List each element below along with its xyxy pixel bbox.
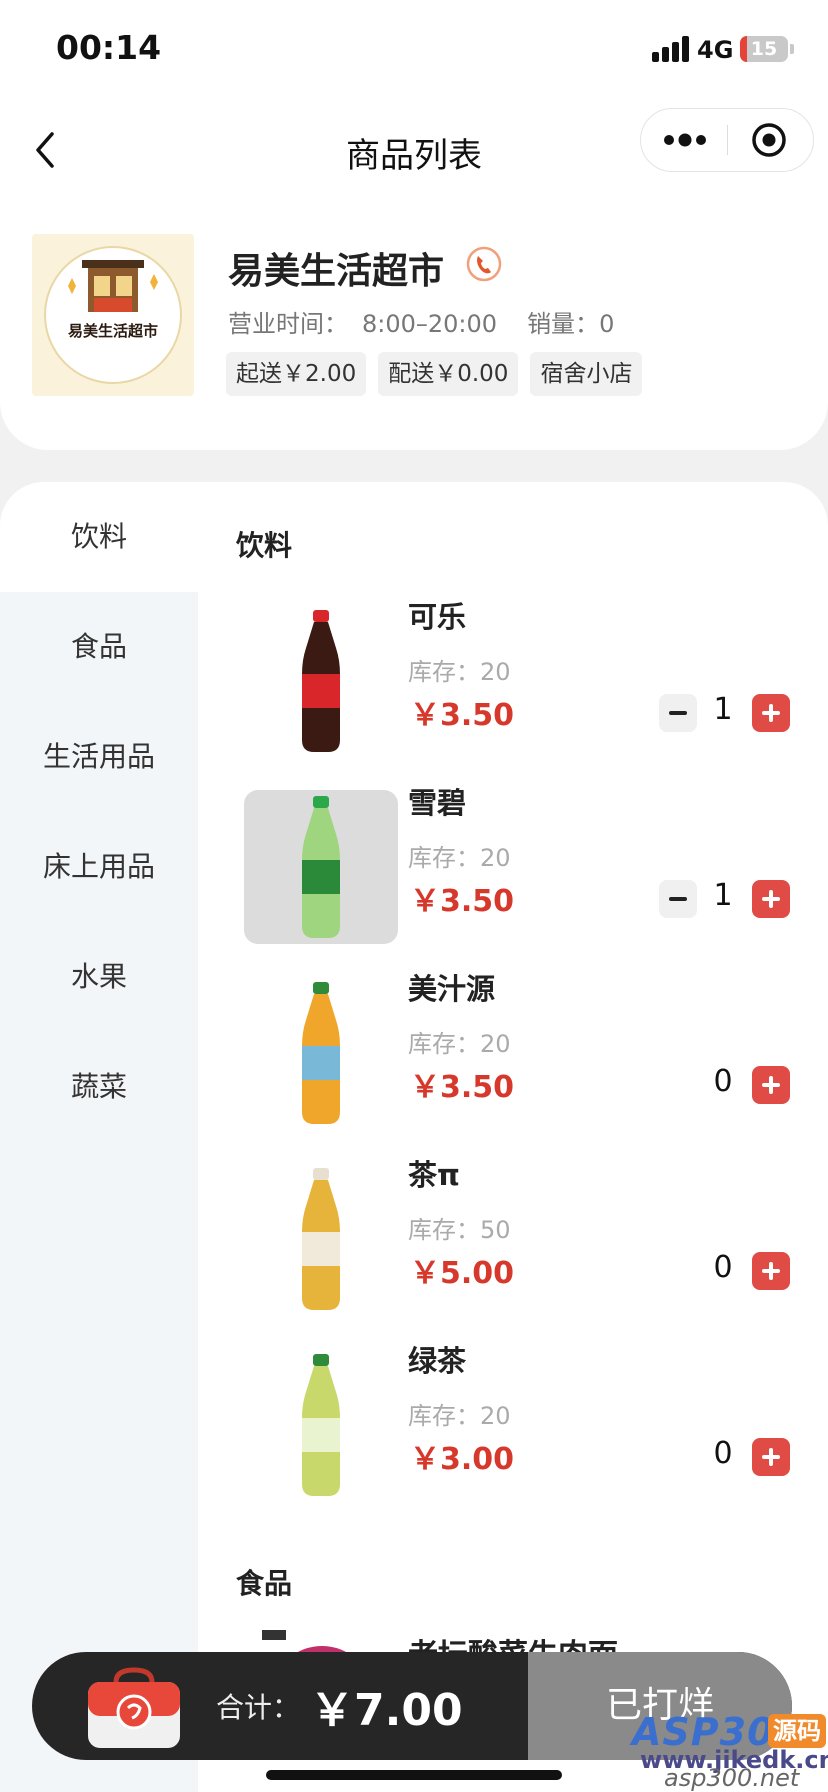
hours-label: 营业时间： (228, 310, 348, 338)
product-card[interactable]: 可乐 库存：20 ￥3.50 1 (198, 584, 828, 770)
quantity-value: 1 (713, 878, 733, 913)
nav-bar: 商品列表 (0, 100, 828, 200)
shop-logo: 易美生活超市 (32, 234, 194, 396)
product-image (244, 976, 398, 1130)
product-card[interactable]: 绿茶 库存：20 ￥3.00 0 (198, 1328, 828, 1514)
category-item-food[interactable]: 食品 (0, 592, 198, 702)
battery-level: 15 (750, 38, 778, 60)
tag-min-order: 起送￥2.00 (226, 352, 367, 396)
battery-icon: 15 (740, 36, 788, 62)
status-time: 00:14 (56, 28, 162, 67)
bottle-cap (313, 1354, 329, 1366)
home-indicator (266, 1770, 562, 1780)
product-stock: 库存：20 (408, 844, 511, 872)
product-price: ￥3.00 (410, 1442, 515, 1477)
increase-button[interactable] (752, 1252, 790, 1290)
quantity-value: 0 (713, 1436, 733, 1471)
status-bar: 00:14 4G 15 (0, 0, 828, 100)
quantity-value: 0 (713, 1064, 733, 1099)
product-image (244, 604, 398, 758)
product-image (244, 1348, 398, 1502)
logo-text: 易美生活超市 (68, 322, 158, 340)
signal-icon (652, 36, 692, 62)
tag-delivery-fee: 配送￥0.00 (378, 352, 519, 396)
bottle-label (302, 674, 340, 708)
sales-value: 0 (599, 310, 615, 338)
product-name: 可乐 (408, 600, 467, 634)
quantity-value: 0 (713, 1250, 733, 1285)
category-sidebar: 饮料 食品 生活用品 床上用品 水果 蔬菜 (0, 482, 198, 1792)
network-label: 4G (697, 36, 734, 64)
product-stock: 库存：20 (408, 658, 511, 686)
quantity-value: 1 (713, 692, 733, 727)
increase-button[interactable] (752, 1066, 790, 1104)
capsule-divider (727, 125, 728, 155)
shop-tags: 起送￥2.00 配送￥0.00 宿舍小店 (226, 352, 643, 396)
product-stock: 库存：20 (408, 1402, 511, 1430)
tag-shop-type: 宿舍小店 (530, 352, 643, 396)
cart-bag-icon[interactable] (84, 1664, 184, 1752)
product-name: 茶π (408, 1158, 460, 1192)
increase-button[interactable] (752, 1438, 790, 1476)
more-dots-icon[interactable] (641, 109, 727, 171)
section-title-drinks: 饮料 (236, 529, 293, 562)
product-name: 绿茶 (408, 1344, 467, 1378)
total-value: ￥7.00 (310, 1685, 463, 1736)
battery-tip (790, 44, 794, 54)
bottle-cap (313, 796, 329, 808)
product-price: ￥3.50 (410, 884, 515, 919)
category-item-fruit[interactable]: 水果 (0, 922, 198, 1032)
product-price: ￥3.50 (410, 698, 515, 733)
product-name: 美汁源 (408, 972, 496, 1006)
bottle-cap (313, 982, 329, 994)
product-stock: 库存：20 (408, 1030, 511, 1058)
hours-value: 8:00–20:00 (362, 310, 498, 338)
bottle-cap (313, 610, 329, 622)
shop-meta: 营业时间： 8:00–20:00 销量：0 (228, 304, 614, 339)
content-panel: 饮料 食品 生活用品 床上用品 水果 蔬菜 饮料 可乐 库存：20 ￥3.50 … (0, 482, 828, 1792)
category-item-drinks[interactable]: 饮料 (0, 482, 198, 592)
category-item-vegetables[interactable]: 蔬菜 (0, 1032, 198, 1142)
increase-button[interactable] (752, 880, 790, 918)
bottle-label (302, 1418, 340, 1452)
phone-icon[interactable] (466, 246, 502, 282)
shop-header: 易美生活超市 易美生活超市 营业时间： 8:00–20:00 销量：0 起送￥2.0… (0, 200, 828, 450)
product-card[interactable]: 茶π 库存：50 ￥5.00 0 (198, 1142, 828, 1328)
bottle-cap (313, 1168, 329, 1180)
decrease-button[interactable] (659, 694, 697, 732)
increase-button[interactable] (752, 694, 790, 732)
category-item-daily-goods[interactable]: 生活用品 (0, 702, 198, 812)
product-stock: 库存：50 (408, 1216, 511, 1244)
watermark-badge: 源码 (768, 1714, 826, 1748)
product-image (244, 1162, 398, 1316)
product-image (244, 790, 398, 944)
sales-label: 销量： (527, 310, 600, 338)
bottle-label (302, 860, 340, 894)
product-name: 雪碧 (408, 786, 467, 820)
decrease-button[interactable] (659, 880, 697, 918)
miniprogram-capsule (640, 108, 814, 172)
bottle-label (302, 1232, 340, 1266)
target-icon[interactable] (729, 109, 813, 171)
section-title-food: 食品 (236, 1567, 293, 1600)
total-label: 合计： (216, 1691, 301, 1724)
category-item-bedding[interactable]: 床上用品 (0, 812, 198, 922)
shop-name: 易美生活超市 (228, 251, 445, 292)
watermark-site-alt: asp300.net (664, 1764, 800, 1792)
product-price: ￥3.50 (410, 1070, 515, 1105)
product-card[interactable]: 美汁源 库存：20 ￥3.50 0 (198, 956, 828, 1142)
product-price: ￥5.00 (410, 1256, 515, 1291)
bottle-label (302, 1046, 340, 1080)
product-card[interactable]: 雪碧 库存：20 ￥3.50 1 (198, 770, 828, 956)
